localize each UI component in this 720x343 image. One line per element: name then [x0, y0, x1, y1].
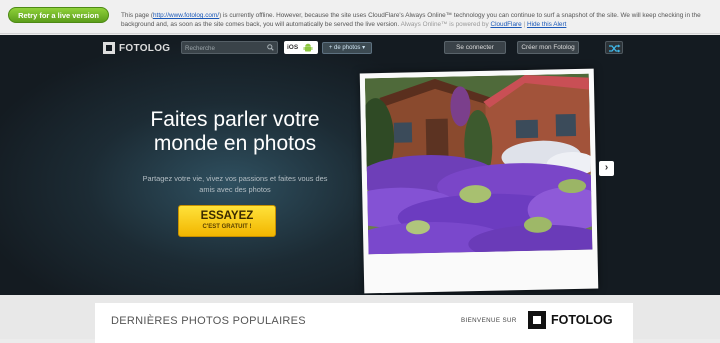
featured-photo-frame — [359, 68, 599, 294]
retry-live-button[interactable]: Retry for a live version — [8, 7, 109, 23]
shuffle-button[interactable] — [605, 41, 623, 54]
next-photo-button[interactable]: › — [599, 161, 614, 176]
fotolog-logo-dark: FOTOLOG — [528, 311, 613, 329]
separator: | — [523, 21, 526, 28]
hero-headline: Faites parler votre monde en photos — [150, 108, 320, 155]
ios-app-button[interactable]: iOS — [287, 44, 301, 51]
cta-sub-label: C'EST GRATUIT ! — [202, 224, 252, 230]
logo-square-icon — [103, 42, 115, 54]
top-navigation: FOTOLOG iOS + de photos ▾ Se connecter C… — [0, 35, 720, 59]
welcome-text: BIENVENUE SUR — [461, 317, 517, 324]
logo-text: FOTOLOG — [551, 313, 613, 327]
search-input[interactable] — [185, 43, 265, 53]
fotolog-logo[interactable]: FOTOLOG — [103, 41, 170, 55]
logo-square-icon — [528, 311, 546, 329]
android-icon[interactable] — [303, 43, 313, 53]
popular-panel: DERNIÈRES PHOTOS POPULAIRES BIENVENUE SU… — [95, 303, 633, 343]
cta-main-label: ESSAYEZ — [200, 210, 254, 222]
section-title: DERNIÈRES PHOTOS POPULAIRES — [111, 315, 306, 327]
search-icon[interactable] — [267, 44, 274, 51]
popular-section: DERNIÈRES PHOTOS POPULAIRES BIENVENUE SU… — [0, 295, 720, 343]
always-online-banner: Retry for a live version This page (http… — [0, 0, 720, 34]
create-fotolog-button[interactable]: Créer mon Fotolog — [517, 41, 579, 54]
featured-photo[interactable] — [364, 73, 593, 255]
try-free-button[interactable]: ESSAYEZ C'EST GRATUIT ! — [178, 205, 276, 237]
page-url-link[interactable]: http://www.fotolog.com/ — [153, 12, 219, 19]
always-online-message: This page (http://www.fotolog.com/) is c… — [121, 11, 716, 29]
cloudflare-link[interactable]: CloudFlare — [490, 21, 521, 28]
shuffle-icon — [609, 44, 621, 53]
search-box — [181, 41, 278, 54]
hide-alert-link[interactable]: Hide this Alert — [527, 21, 566, 28]
logo-text: FOTOLOG — [119, 42, 171, 54]
hero-subline: Partagez votre vie, vivez vos passions e… — [142, 174, 328, 194]
app-store-buttons: iOS — [284, 41, 318, 54]
more-photos-dropdown[interactable]: + de photos ▾ — [322, 42, 372, 54]
lavender-garden-image — [364, 73, 593, 255]
login-button[interactable]: Se connecter — [444, 41, 506, 54]
hero-section: FOTOLOG iOS + de photos ▾ Se connecter C… — [0, 35, 720, 295]
powered-text: Always Online™ is powered by — [400, 21, 489, 28]
message-text: This page ( — [121, 12, 153, 19]
